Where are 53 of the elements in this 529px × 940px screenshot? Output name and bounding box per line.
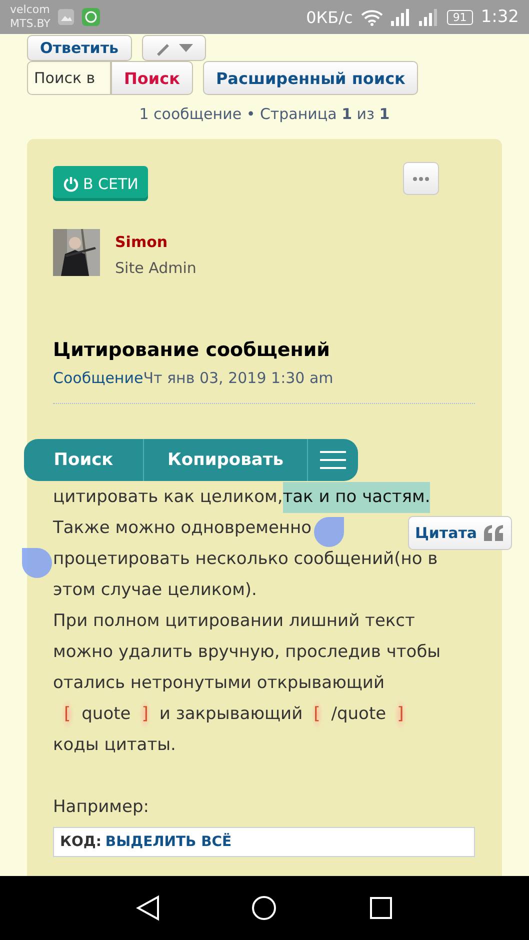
battery-level: 91 xyxy=(446,10,473,24)
post-date: Чт янв 03, 2019 1:30 am xyxy=(143,369,334,387)
network-speed: 0КБ/с xyxy=(306,8,353,26)
recents-icon[interactable] xyxy=(369,896,394,920)
search-field[interactable]: Поиск в xyxy=(27,61,111,95)
select-all-link[interactable]: ВЫДЕЛИТЬ ВСЁ xyxy=(105,834,232,850)
advanced-search-button[interactable]: Расширенный поиск xyxy=(202,61,418,95)
search-button[interactable]: Поиск xyxy=(111,61,193,95)
post-text: Также можно одновременно xyxy=(53,517,312,540)
post-link[interactable]: Сообщение xyxy=(53,369,144,387)
image-icon xyxy=(58,9,74,25)
bbcode-bracket: ] xyxy=(394,699,407,730)
tools-button[interactable] xyxy=(142,35,206,61)
code-label: КОД: xyxy=(60,834,102,850)
quote-button[interactable]: Цитата xyxy=(408,516,512,550)
signal-icon xyxy=(390,8,411,26)
carrier-name: velcom xyxy=(10,3,50,17)
menu-icon xyxy=(320,450,346,470)
post-text: цитировать как целиком, xyxy=(53,486,283,509)
more-icon xyxy=(413,176,429,180)
quote-icon xyxy=(483,525,506,541)
post-text: процетировать несколько сообщений(но в xyxy=(53,548,438,571)
more-button[interactable] xyxy=(403,162,439,195)
author-name[interactable]: Simon xyxy=(115,233,196,251)
clock: 1:32 xyxy=(480,7,519,27)
post-text: quote xyxy=(82,703,131,726)
post-text: и закрывающий xyxy=(159,703,303,726)
post-text: отались нетронутыми открывающий xyxy=(53,672,384,695)
bbcode-bracket: [ xyxy=(310,699,324,730)
bbcode-bracket: [ xyxy=(61,699,74,730)
post-title: Цитирование сообщений xyxy=(53,339,331,361)
post-text: можно удалить вручную, проследив чтобы xyxy=(53,641,441,664)
caret-icon xyxy=(178,44,192,52)
post-text: этом случае целиком). xyxy=(53,579,257,602)
signal-icon xyxy=(418,8,439,26)
wifi-icon xyxy=(360,8,383,26)
author-rank: Site Admin xyxy=(115,259,196,277)
online-badge: В СЕТИ xyxy=(53,166,148,201)
post-text: Например: xyxy=(53,796,150,819)
post-text: При полном цитировании лишний текст xyxy=(53,610,415,633)
post-text: коды цитаты. xyxy=(53,734,176,757)
carrier-name: MTS.BY xyxy=(10,17,50,31)
back-icon[interactable] xyxy=(136,895,160,921)
home-icon[interactable] xyxy=(251,895,278,921)
toolbar-action[interactable]: Копировать xyxy=(144,439,308,481)
pagination-info: 1 сообщение • Страница 1 из 1 xyxy=(138,105,391,123)
selection-handle[interactable] xyxy=(22,548,52,578)
selected-text: так и по частям. xyxy=(282,482,430,513)
app-icon xyxy=(82,8,100,26)
post-text: /quote xyxy=(331,703,386,726)
reply-button[interactable]: Ответить xyxy=(27,35,132,61)
bbcode-bracket: ] xyxy=(138,699,152,730)
toolbar-action[interactable]: Поиск xyxy=(24,439,144,481)
